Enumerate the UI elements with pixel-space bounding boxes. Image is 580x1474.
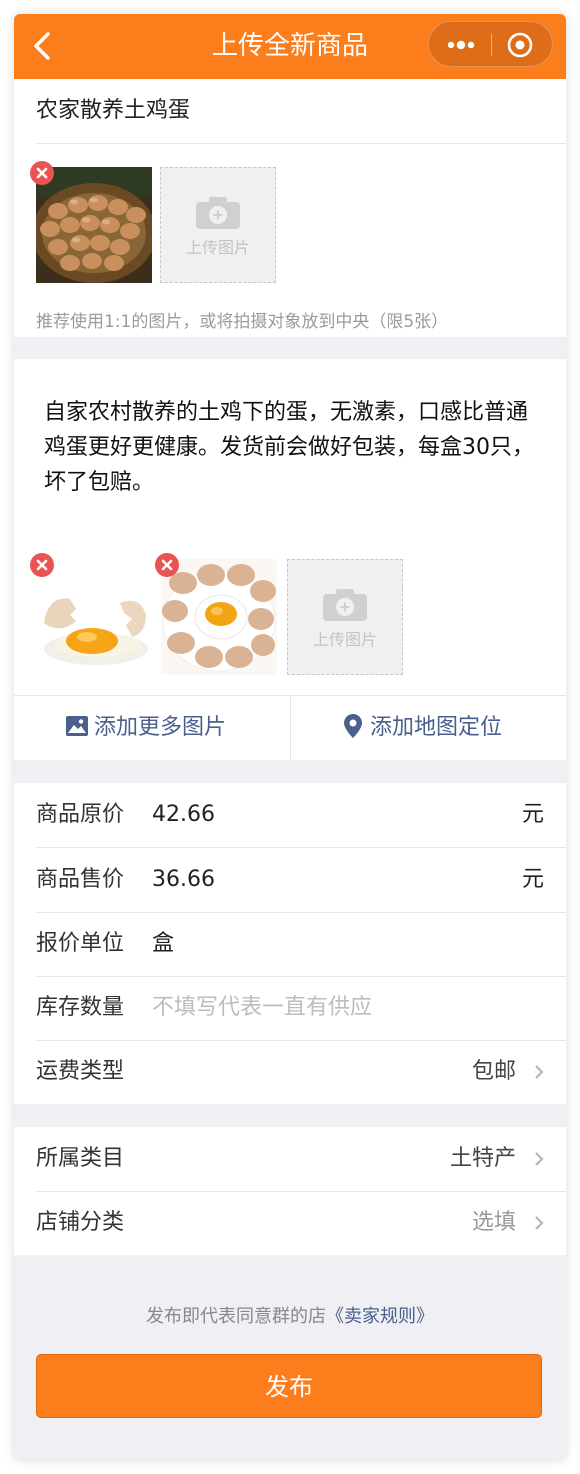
agreement-text: 发布即代表同意群的店 (146, 1306, 326, 1327)
product-name-input[interactable] (36, 79, 546, 143)
original-price-unit: 元 (521, 802, 544, 827)
chevron-right-icon (535, 1216, 544, 1230)
category-row[interactable]: 所属类目 土特产 (14, 1127, 566, 1191)
category-card: 所属类目 土特产 店铺分类 选填 (14, 1127, 566, 1255)
add-location-label: 添加地图定位 (370, 715, 503, 740)
close-circle-icon (507, 32, 533, 58)
image-icon (66, 716, 88, 736)
shop-category-label: 店铺分类 (36, 1210, 125, 1235)
close-miniprogram-button[interactable] (505, 31, 535, 59)
divider (36, 143, 566, 144)
delete-icon (161, 559, 173, 571)
more-dots-icon (447, 40, 475, 50)
price-unit-row[interactable]: 报价单位 盒 (14, 912, 566, 976)
image-hint: 推荐使用1:1的图片，或将拍摄对象放到中央（限5张） (36, 312, 449, 332)
category-label: 所属类目 (36, 1146, 125, 1171)
pricing-card: 商品原价 42.66 元 商品售价 36.66 元 报价单位 盒 库存数量 不填… (14, 783, 566, 1104)
camera-icon (196, 197, 240, 229)
shipping-type-label: 运费类型 (36, 1059, 125, 1084)
category-value: 土特产 (449, 1146, 516, 1171)
shop-category-value: 选填 (471, 1210, 516, 1235)
upload-image-button[interactable]: 上传图片 (160, 167, 276, 283)
menu-capsule (428, 21, 553, 67)
add-location-button[interactable]: 添加地图定位 (344, 696, 502, 760)
more-button[interactable] (443, 32, 479, 58)
original-price-value[interactable]: 42.66 (152, 783, 215, 847)
add-more-images-button[interactable]: 添加更多图片 (66, 696, 226, 760)
shop-category-row[interactable]: 店铺分类 选填 (14, 1191, 566, 1255)
upload-label: 上传图片 (185, 238, 250, 257)
delete-icon (36, 559, 48, 571)
upload-image-button[interactable]: 上传图片 (287, 559, 403, 675)
product-info-card: 上传图片 推荐使用1:1的图片，或将拍摄对象放到中央（限5张） (14, 79, 566, 337)
stock-input[interactable]: 不填写代表一直有供应 (152, 976, 372, 1040)
description-card: 自家农村散养的土鸡下的蛋，无激素，口感比普通鸡蛋更好更健康。发货前会做好包装，每… (14, 359, 566, 760)
stock-label: 库存数量 (36, 995, 125, 1020)
capsule-divider (491, 34, 492, 56)
navigation-bar: 上传全新商品 (14, 14, 566, 79)
publish-button[interactable]: 发布 (36, 1354, 542, 1418)
sale-price-row[interactable]: 商品售价 36.66 元 (14, 848, 566, 912)
delete-image-button[interactable] (155, 553, 179, 577)
stock-row[interactable]: 库存数量 不填写代表一直有供应 (14, 976, 566, 1040)
sale-price-unit: 元 (521, 867, 544, 892)
agreement-notice: 发布即代表同意群的店《卖家规则》 (14, 1302, 566, 1328)
camera-icon (323, 589, 367, 621)
price-unit-label: 报价单位 (36, 931, 125, 956)
delete-image-button[interactable] (30, 553, 54, 577)
sale-price-label: 商品售价 (36, 867, 125, 892)
shipping-type-value: 包邮 (471, 1059, 516, 1084)
phone-screen: 上传全新商品 农家散养土鸡蛋 上传图片 推荐使用1:1的图片，或将拍摄对象放到中… (14, 14, 566, 1460)
add-more-images-label: 添加更多图片 (94, 715, 227, 740)
product-description[interactable]: 自家农村散养的土鸡下的蛋，无激素，口感比普通鸡蛋更好更健康。发货前会做好包装，每… (44, 395, 534, 500)
seller-rules-link[interactable]: 《卖家规则》 (326, 1306, 434, 1327)
delete-icon (36, 167, 48, 179)
location-pin-icon (344, 714, 362, 738)
chevron-right-icon (535, 1065, 544, 1079)
original-price-label: 商品原价 (36, 802, 125, 827)
sale-price-value[interactable]: 36.66 (152, 848, 215, 912)
price-unit-value[interactable]: 盒 (152, 912, 174, 976)
vertical-divider (290, 696, 291, 760)
shipping-type-row[interactable]: 运费类型 包邮 (14, 1040, 566, 1104)
delete-image-button[interactable] (30, 161, 54, 185)
chevron-right-icon (535, 1152, 544, 1166)
upload-label: 上传图片 (312, 630, 377, 649)
original-price-row[interactable]: 商品原价 42.66 元 (14, 783, 566, 847)
